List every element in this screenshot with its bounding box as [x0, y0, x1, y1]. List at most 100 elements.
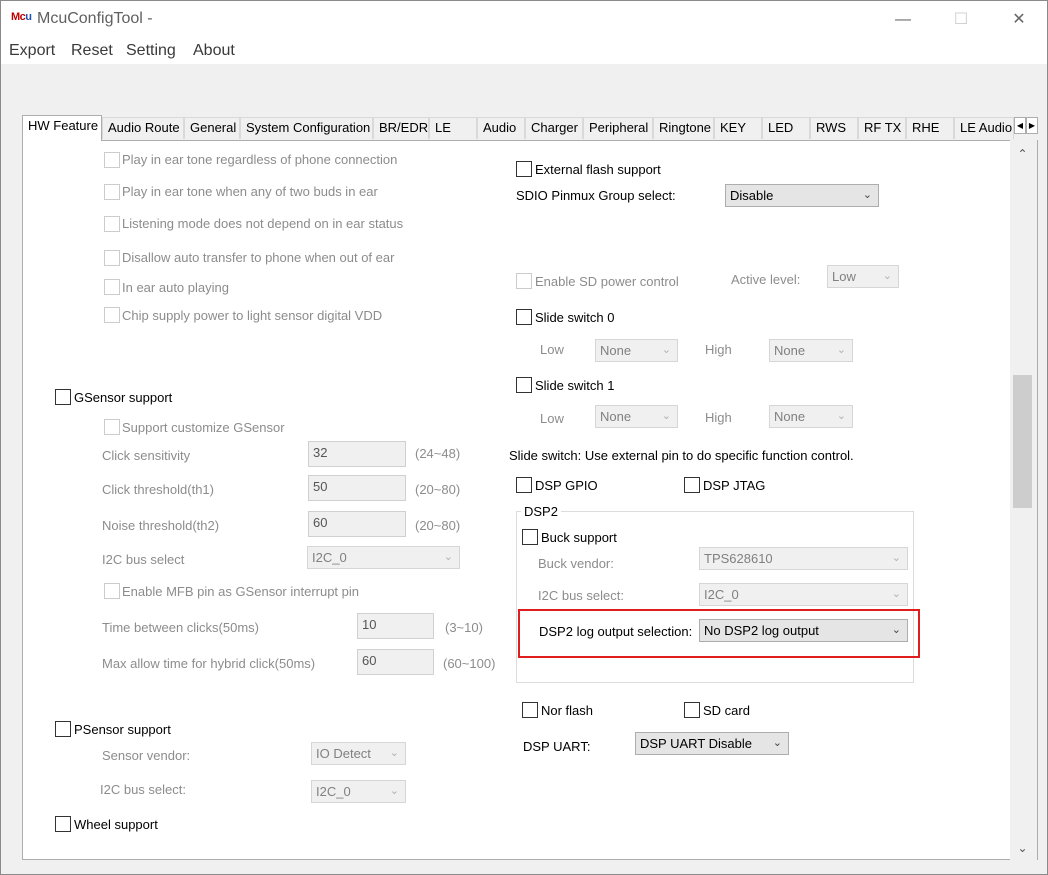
chevron-down-icon: ⌄ [836, 344, 846, 356]
tab-rhe[interactable]: RHE [906, 117, 954, 139]
minimize-icon[interactable]: — [891, 9, 915, 31]
ear-option-label: Disallow auto transfer to phone when out… [122, 250, 395, 265]
tab-le-audio[interactable]: LE Audio [954, 117, 1014, 139]
tab-system-configuration[interactable]: System Configuration [240, 117, 373, 139]
sensor-vendor-value: IO Detect [316, 746, 371, 761]
checkbox-gsensor-support[interactable] [55, 389, 71, 405]
tab-general[interactable]: General [184, 117, 240, 139]
checkbox-mfb-interrupt[interactable] [104, 583, 120, 599]
scroll-thumb[interactable] [1013, 375, 1032, 508]
checkbox-ear-option-2[interactable] [104, 184, 120, 200]
tab-hw-feature[interactable]: HW Feature [22, 115, 102, 141]
tab-charger[interactable]: Charger [525, 117, 583, 139]
tab-rf-tx[interactable]: RF TX [858, 117, 906, 139]
slide-switch-1-high-select[interactable]: None ⌄ [769, 405, 853, 428]
tab-scroll-right-icon[interactable]: ▶ [1026, 117, 1038, 134]
menu-export[interactable]: Export [9, 42, 55, 60]
chevron-down-icon: ⌄ [772, 737, 782, 749]
checkbox-dsp-jtag[interactable] [684, 477, 700, 493]
chevron-down-icon: ⌄ [389, 747, 399, 759]
slide-switch-1-label: Slide switch 1 [535, 378, 615, 393]
sdio-pinmux-label: SDIO Pinmux Group select: [516, 188, 676, 203]
tab-audio[interactable]: Audio [477, 117, 525, 139]
psensor-i2c-select[interactable]: I2C_0 ⌄ [311, 780, 406, 803]
highlight-box [518, 609, 920, 658]
scroll-down-icon[interactable]: ⌄ [1013, 841, 1032, 855]
wheel-support-label: Wheel support [74, 817, 158, 832]
slide-switch-0-high-select[interactable]: None ⌄ [769, 339, 853, 362]
noise-threshold-input[interactable]: 60 [308, 511, 406, 537]
dsp-uart-label: DSP UART: [523, 739, 591, 754]
tab-rws[interactable]: RWS [810, 117, 858, 139]
tab-peripheral[interactable]: Peripheral [583, 117, 653, 139]
chevron-down-icon: ⌄ [862, 189, 872, 201]
scroll-up-icon[interactable]: ⌃ [1013, 147, 1032, 161]
sdio-pinmux-select[interactable]: Disable ⌄ [725, 184, 879, 207]
menu-setting[interactable]: Setting [126, 42, 176, 60]
checkbox-slide-switch-1[interactable] [516, 377, 532, 393]
buck-vendor-select[interactable]: TPS628610 ⌄ [699, 547, 908, 570]
chevron-down-icon: ⌄ [661, 344, 671, 356]
slide-switch-1-low-select[interactable]: None ⌄ [595, 405, 678, 428]
tab-led[interactable]: LED [762, 117, 810, 139]
psensor-i2c-value: I2C_0 [316, 784, 351, 799]
checkbox-ear-option-3[interactable] [104, 216, 120, 232]
menu-about[interactable]: About [193, 42, 235, 60]
checkbox-ear-option-5[interactable] [104, 279, 120, 295]
menu-reset[interactable]: Reset [71, 42, 113, 60]
click-sensitivity-label: Click sensitivity [102, 448, 191, 463]
checkbox-sd-card[interactable] [684, 702, 700, 718]
dsp2-group-title: DSP2 [521, 504, 561, 519]
buck-vendor-label: Buck vendor: [538, 556, 614, 571]
ear-option-label: In ear auto playing [122, 280, 229, 295]
dsp-gpio-label: DSP GPIO [535, 478, 598, 493]
time-between-clicks-input[interactable]: 10 [357, 613, 434, 639]
dsp-uart-value: DSP UART Disable [640, 736, 752, 751]
slide-switch-0-label: Slide switch 0 [535, 310, 615, 325]
checkbox-buck-support[interactable] [522, 529, 538, 545]
click-sensitivity-input[interactable]: 32 [308, 441, 406, 467]
slide-switch-1-high-value: None [774, 409, 806, 424]
checkbox-wheel-support[interactable] [55, 816, 71, 832]
click-threshold-input[interactable]: 50 [308, 475, 406, 501]
slide-switch-1-high-label: High [705, 410, 732, 425]
tab-key[interactable]: KEY [714, 117, 762, 139]
customize-gsensor-label: Support customize GSensor [122, 420, 285, 435]
slide-switch-1-low-value: None [600, 409, 632, 424]
nor-flash-label: Nor flash [541, 703, 594, 718]
dsp-jtag-label: DSP JTAG [703, 478, 766, 493]
checkbox-dsp-gpio[interactable] [516, 477, 532, 493]
checkbox-nor-flash[interactable] [522, 702, 538, 718]
checkbox-external-flash[interactable] [516, 161, 532, 177]
dsp2-i2c-value: I2C_0 [704, 587, 739, 602]
dsp-uart-select[interactable]: DSP UART Disable ⌄ [635, 732, 789, 755]
checkbox-ear-option-6[interactable] [104, 307, 120, 323]
gsensor-i2c-select[interactable]: I2C_0 ⌄ [307, 546, 460, 569]
tab-audio-route[interactable]: Audio Route [102, 117, 184, 139]
chevron-down-icon: ⌄ [882, 270, 892, 282]
active-level-select[interactable]: Low ⌄ [827, 265, 899, 288]
buck-support-label: Buck support [541, 530, 617, 545]
checkbox-ear-option-4[interactable] [104, 250, 120, 266]
max-hybrid-click-input[interactable]: 60 [357, 649, 434, 675]
gsensor-i2c-label: I2C bus select [102, 552, 185, 567]
slide-switch-0-low-select[interactable]: None ⌄ [595, 339, 678, 362]
checkbox-slide-switch-0[interactable] [516, 309, 532, 325]
tab-ringtone[interactable]: Ringtone [653, 117, 714, 139]
checkbox-ear-option-1[interactable] [104, 152, 120, 168]
window-title: McuConfigTool - [37, 10, 153, 27]
checkbox-customize-gsensor[interactable] [104, 419, 120, 435]
maximize-icon[interactable]: ☐ [949, 9, 973, 31]
tab-le[interactable]: LE [429, 117, 477, 139]
checkbox-psensor-support[interactable] [55, 721, 71, 737]
tab-scroll-left-icon[interactable]: ◀ [1014, 117, 1026, 134]
sdio-pinmux-value: Disable [730, 188, 774, 203]
sd-card-label: SD card [703, 703, 750, 718]
chevron-down-icon: ⌄ [661, 410, 671, 422]
dsp2-i2c-select[interactable]: I2C_0 ⌄ [699, 583, 908, 606]
close-icon[interactable]: ✕ [1007, 9, 1031, 31]
checkbox-sd-power-control[interactable] [516, 273, 532, 289]
sensor-vendor-select[interactable]: IO Detect ⌄ [311, 742, 406, 765]
tab-strip: HW Feature Audio Route General System Co… [22, 115, 1038, 141]
tab-br-edr[interactable]: BR/EDR [373, 117, 429, 139]
